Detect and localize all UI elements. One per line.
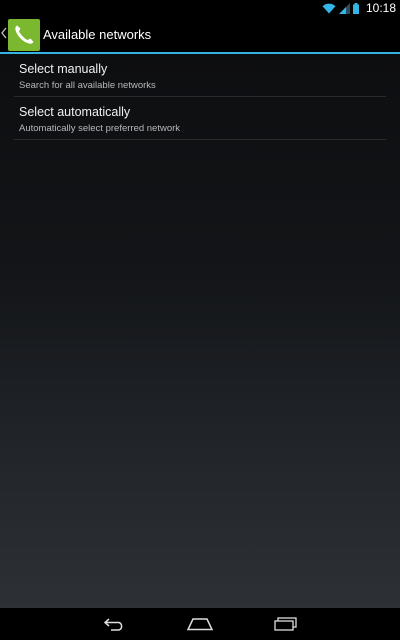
action-bar: Available networks	[0, 17, 400, 53]
status-bar: 10:18	[0, 0, 400, 17]
select-automatically-option[interactable]: Select automatically Automatically selec…	[14, 97, 386, 140]
screen: 10:18 Available networks Select manually…	[0, 0, 400, 640]
phone-icon	[15, 25, 34, 44]
back-button[interactable]	[95, 608, 135, 640]
wifi-icon	[322, 3, 336, 14]
option-subtitle: Automatically select preferred network	[19, 123, 181, 134]
battery-icon	[352, 3, 359, 14]
status-icons: 10:18	[322, 0, 396, 17]
back-icon	[103, 618, 123, 631]
option-title: Select automatically	[19, 105, 131, 119]
select-manually-option[interactable]: Select manually Search for all available…	[14, 54, 386, 97]
navigation-bar	[0, 608, 400, 640]
home-icon	[187, 618, 213, 631]
option-title: Select manually	[19, 62, 108, 76]
signal-icon	[338, 3, 350, 14]
recent-apps-button[interactable]	[266, 608, 306, 640]
recent-apps-icon	[274, 617, 297, 631]
network-selection-list: Select manually Search for all available…	[0, 54, 400, 608]
phone-app-icon	[8, 19, 40, 51]
page-title: Available networks	[43, 27, 152, 42]
option-subtitle: Search for all available networks	[19, 80, 156, 91]
status-clock: 10:18	[365, 1, 396, 15]
chevron-left-icon	[1, 27, 7, 39]
home-button[interactable]	[180, 608, 220, 640]
